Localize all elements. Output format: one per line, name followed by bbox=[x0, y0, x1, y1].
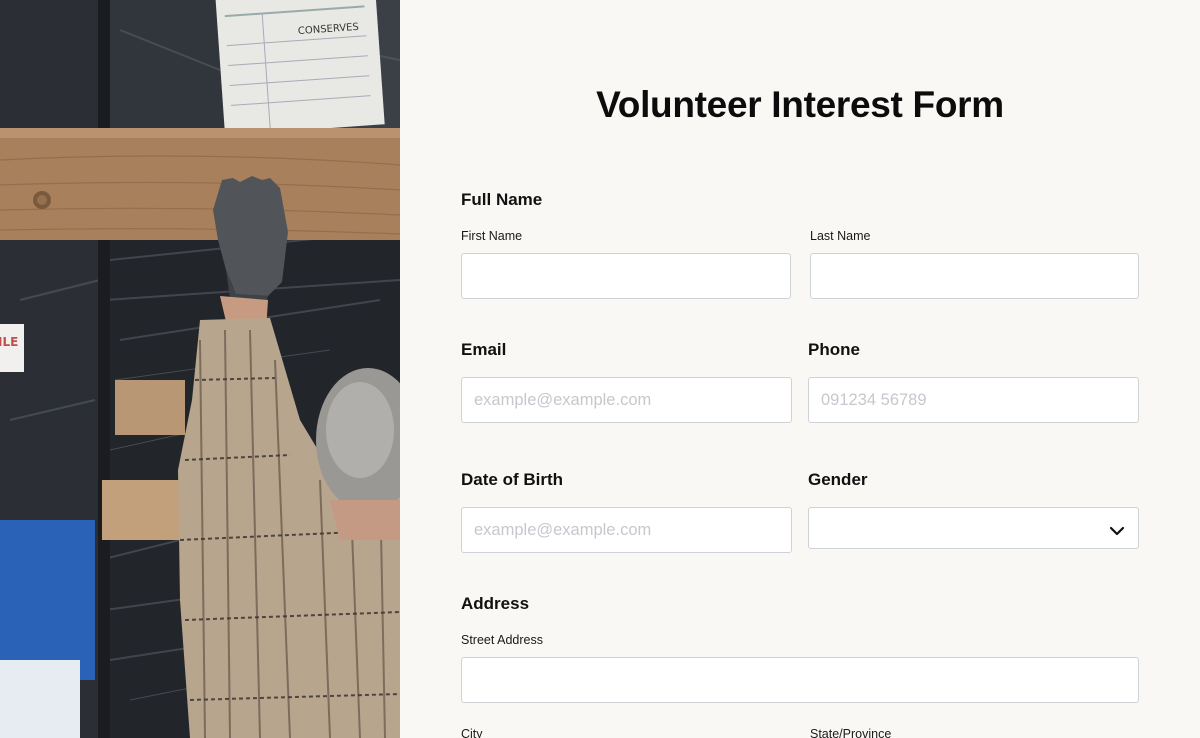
email-input[interactable] bbox=[461, 377, 792, 423]
date-of-birth-label: Date of Birth bbox=[461, 470, 563, 489]
address-label: Address bbox=[461, 594, 530, 613]
street-address-label: Street Address bbox=[461, 633, 543, 647]
state-province-label: State/Province bbox=[810, 727, 892, 738]
first-name-label: First Name bbox=[461, 229, 523, 243]
last-name-label: Last Name bbox=[810, 229, 871, 243]
phone-input[interactable] bbox=[808, 377, 1139, 423]
hero-photo: CONSERVES ILE bbox=[0, 0, 400, 738]
date-of-birth-input[interactable] bbox=[461, 507, 792, 553]
gender-label: Gender bbox=[808, 470, 868, 489]
street-address-input[interactable] bbox=[461, 657, 1139, 703]
form-title: Volunteer Interest Form bbox=[596, 84, 1004, 125]
full-name-label: Full Name bbox=[461, 190, 543, 209]
photo-sign-text: ILE bbox=[0, 335, 18, 349]
gender-select[interactable] bbox=[808, 507, 1139, 549]
city-label: City bbox=[461, 727, 483, 738]
volunteer-photo-illustration: CONSERVES ILE bbox=[0, 0, 400, 738]
first-name-input[interactable] bbox=[461, 253, 791, 299]
volunteer-form-panel: Volunteer Interest Form Full Name First … bbox=[400, 0, 1200, 738]
last-name-input[interactable] bbox=[810, 253, 1139, 299]
email-label: Email bbox=[461, 340, 507, 359]
chevron-down-icon bbox=[1109, 523, 1125, 541]
phone-label: Phone bbox=[808, 340, 860, 359]
